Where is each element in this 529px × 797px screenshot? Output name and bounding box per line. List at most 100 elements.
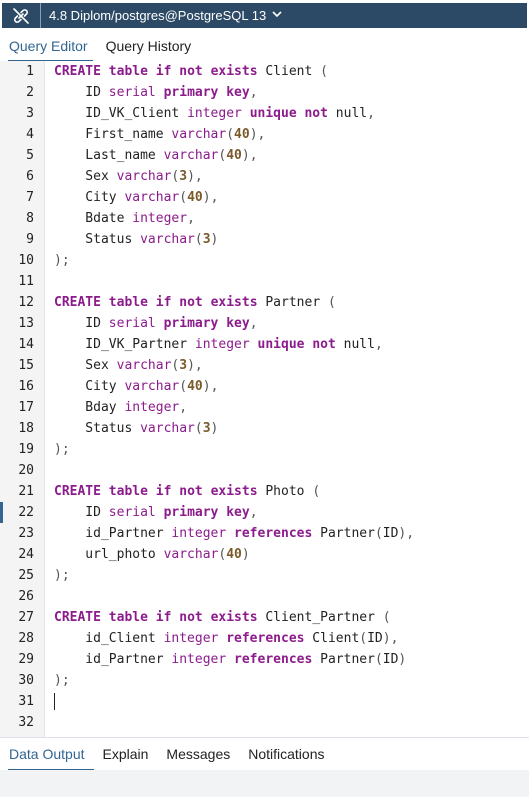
code-text: url_photo varchar(40) [54, 547, 250, 562]
tab-notifications[interactable]: Notifications [239, 738, 333, 770]
code-line: 25); [0, 565, 529, 586]
code-text: ID serial primary key, [54, 316, 258, 331]
line-number: 13 [18, 316, 34, 331]
code-text: ); [54, 442, 70, 457]
code-text: id_Partner integer references Partner(ID… [54, 526, 415, 541]
tab-query-history[interactable]: Query History [97, 30, 201, 61]
line-number: 8 [26, 211, 34, 226]
code-line: 17 Bday integer, [0, 397, 529, 418]
code-line: 3 ID_VK_Client integer unique not null, [0, 103, 529, 124]
code-text: Bday integer, [54, 400, 188, 415]
code-text: ); [54, 673, 70, 688]
code-text: id_Partner integer references Partner(ID… [54, 652, 407, 667]
link-broken-icon[interactable] [2, 3, 41, 28]
line-number: 19 [18, 442, 34, 457]
code-line: 23 id_Partner integer references Partner… [0, 523, 529, 544]
code-text: ); [54, 253, 70, 268]
code-line: 10); [0, 250, 529, 271]
code-text: Status varchar(3) [54, 232, 219, 247]
code-line: 22 ID serial primary key, [0, 502, 529, 523]
connection-title: 4.8 Diplom/postgres@PostgreSQL 13 [49, 8, 267, 23]
code-line: 15 Sex varchar(3), [0, 355, 529, 376]
code-text: ID serial primary key, [54, 505, 258, 520]
code-line: 1 CREATE table if not exists Client ( [0, 61, 529, 82]
code-line: 32 [0, 712, 529, 733]
line-number: 28 [18, 631, 34, 646]
current-line-marker [0, 502, 3, 523]
line-number: 10 [18, 253, 34, 268]
code-text: First_name varchar(40), [54, 127, 266, 142]
tab-messages[interactable]: Messages [157, 738, 239, 770]
line-number: 27 [18, 610, 34, 625]
tab-explain[interactable]: Explain [94, 738, 158, 770]
line-number: 9 [26, 232, 34, 247]
output-panel [0, 770, 529, 797]
tab-data-output[interactable]: Data Output [0, 738, 94, 771]
line-number: 23 [18, 526, 34, 541]
chevron-down-icon[interactable] [272, 10, 282, 21]
text-cursor [54, 693, 55, 710]
line-number: 4 [26, 127, 34, 142]
code-line: 27 CREATE table if not exists Client_Part… [0, 607, 529, 628]
code-line: 28 id_Client integer references Client(I… [0, 628, 529, 649]
code-text: Sex varchar(3), [54, 358, 203, 373]
line-number: 12 [18, 295, 34, 310]
line-number: 7 [26, 190, 34, 205]
line-number: 11 [18, 274, 34, 289]
line-number: 2 [26, 85, 34, 100]
code-line: 31 [0, 691, 529, 712]
code-text: Status varchar(3) [54, 421, 219, 436]
code-text: CREATE table if not exists Photo ( [54, 484, 321, 499]
line-number: 5 [26, 148, 34, 163]
line-number: 1 [26, 64, 34, 79]
code-line: 18 Status varchar(3) [0, 418, 529, 439]
line-number: 30 [18, 673, 34, 688]
line-number: 14 [18, 337, 34, 352]
code-line: 6 Sex varchar(3), [0, 166, 529, 187]
code-line: 5 Last_name varchar(40), [0, 145, 529, 166]
code-text: Sex varchar(3), [54, 169, 203, 184]
connection-title-wrap[interactable]: 4.8 Diplom/postgres@PostgreSQL 13 [41, 8, 282, 23]
code-line: 24 url_photo varchar(40) [0, 544, 529, 565]
line-number: 17 [18, 400, 34, 415]
code-text: CREATE table if not exists Client_Partne… [54, 610, 391, 625]
tab-query-editor[interactable]: Query Editor [0, 30, 97, 62]
code-line: 30); [0, 670, 529, 691]
code-line: 2 ID serial primary key, [0, 82, 529, 103]
line-number: 3 [26, 106, 34, 121]
code-text: CREATE table if not exists Client ( [54, 64, 328, 79]
code-line: 29 id_Partner integer references Partner… [0, 649, 529, 670]
code-line: 4 First_name varchar(40), [0, 124, 529, 145]
line-number: 32 [18, 715, 34, 730]
code-line: 26 [0, 586, 529, 607]
code-text: ID serial primary key, [54, 85, 258, 100]
code-line: 7 City varchar(40), [0, 187, 529, 208]
output-tabs: Data Output Explain Messages Notificatio… [0, 737, 529, 771]
code-text: Bdate integer, [54, 211, 195, 226]
code-text: id_Client integer references Client(ID), [54, 631, 399, 646]
line-number: 16 [18, 379, 34, 394]
code-text: City varchar(40), [54, 379, 219, 394]
connection-selector[interactable]: 4.8 Diplom/postgres@PostgreSQL 13 [2, 3, 527, 28]
code-line: 13 ID serial primary key, [0, 313, 529, 334]
line-number: 22 [18, 505, 34, 520]
code-text: ID_VK_Partner integer unique not null, [54, 337, 383, 352]
code-line: 8 Bdate integer, [0, 208, 529, 229]
code-text: City varchar(40), [54, 190, 219, 205]
line-number: 29 [18, 652, 34, 667]
line-number: 18 [18, 421, 34, 436]
line-number: 21 [18, 484, 34, 499]
code-line: 21 CREATE table if not exists Photo ( [0, 481, 529, 502]
line-number: 15 [18, 358, 34, 373]
code-text: CREATE table if not exists Partner ( [54, 295, 336, 310]
code-text: ID_VK_Client integer unique not null, [54, 106, 375, 121]
line-number: 31 [18, 694, 34, 709]
line-number: 6 [26, 169, 34, 184]
editor-tabs: Query Editor Query History [0, 30, 529, 62]
code-text: Last_name varchar(40), [54, 148, 258, 163]
code-editor[interactable]: 1 CREATE table if not exists Client ( 2 ID… [0, 61, 529, 737]
line-number: 25 [18, 568, 34, 583]
code-line: 19); [0, 439, 529, 460]
code-line: 20 [0, 460, 529, 481]
code-line: 14 ID_VK_Partner integer unique not null… [0, 334, 529, 355]
